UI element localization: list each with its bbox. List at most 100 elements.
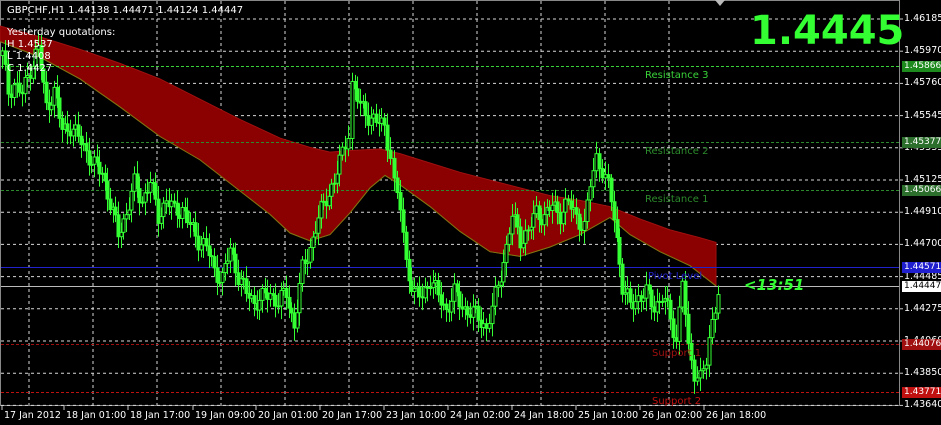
candle-body	[417, 286, 422, 298]
candle-body	[537, 205, 542, 221]
price-axis-label: 1.44910	[904, 206, 941, 218]
time-axis-label: 19 Jan 09:00	[195, 410, 256, 421]
candle-body	[308, 247, 313, 263]
candle-body	[555, 201, 560, 213]
price-axis-label: 1.44275	[904, 302, 941, 314]
level-price-tag: 1.45866	[902, 61, 941, 72]
candle-body	[231, 247, 236, 255]
candle-body	[355, 88, 360, 102]
candle-body	[407, 258, 412, 282]
level-label: Resistance 3	[645, 69, 709, 81]
candle-body	[436, 280, 441, 296]
chart-shift-icon[interactable]	[715, 0, 725, 6]
candle-body	[119, 231, 124, 238]
candle-body	[161, 202, 166, 218]
candle-body	[316, 217, 321, 234]
candle-body	[175, 202, 180, 216]
price-chart[interactable]	[0, 0, 941, 425]
bar-timer: <13:51	[744, 276, 805, 294]
candle-body	[591, 170, 596, 188]
candle-body	[423, 286, 428, 299]
candle-body	[23, 76, 28, 95]
candle-body	[455, 283, 460, 293]
candle-body	[523, 230, 528, 244]
candle-body	[510, 215, 515, 235]
candle-body	[647, 284, 652, 291]
price-axis-label: 1.43850	[904, 367, 941, 379]
candle-body	[449, 300, 454, 313]
candle-body	[392, 157, 397, 179]
candle-body	[385, 124, 390, 151]
candle-body	[105, 180, 110, 200]
candle-body	[476, 305, 481, 321]
time-axis-label: 18 Jan 01:00	[66, 410, 127, 421]
candle-body	[707, 337, 712, 366]
candle-body	[327, 195, 332, 207]
candle-body	[668, 299, 673, 320]
moving-average-band	[0, 25, 717, 287]
candle-body	[295, 312, 300, 329]
time-axis-label: 23 Jan 10:00	[386, 410, 447, 421]
current-price-tag: 1.44447	[902, 281, 941, 292]
price-axis-label: 1.45760	[904, 77, 941, 89]
level-price-tag: 1.43771	[902, 387, 941, 398]
candle-body	[704, 364, 709, 370]
candle-body	[135, 173, 140, 190]
candle-body	[633, 301, 638, 310]
candle-body	[121, 218, 126, 233]
price-axis-label: 1.44700	[904, 238, 941, 250]
candle-body	[353, 80, 358, 90]
candle-body	[113, 206, 118, 216]
level-price-tag: 1.45377	[902, 137, 941, 148]
candle-body	[319, 200, 324, 219]
candle-body	[215, 267, 220, 283]
candle-body	[129, 190, 134, 211]
candle-body	[515, 214, 520, 228]
time-axis-label: 24 Jan 18:00	[514, 410, 575, 421]
candle-body	[698, 370, 703, 379]
level-label: Resistance 2	[645, 145, 709, 157]
candle-body	[457, 291, 462, 308]
price-axis-label: 1.46185	[904, 13, 941, 24]
chart-window[interactable]: GBPCHF,H1 1.44138 1.44471 1.44124 1.4444…	[0, 0, 941, 425]
time-axis-label: 24 Jan 02:00	[450, 410, 511, 421]
time-axis-label: 20 Jan 01:00	[258, 410, 319, 421]
candle-body	[71, 128, 76, 137]
candle-body	[561, 211, 566, 225]
price-axis-label: 1.43640	[904, 399, 941, 411]
time-axis-label: 26 Jan 02:00	[642, 410, 703, 421]
candle-body	[84, 143, 89, 152]
yesterday-title: Yesterday quotations:	[7, 27, 116, 38]
candle-body	[95, 156, 100, 163]
candle-body	[220, 272, 225, 283]
candle-body	[487, 323, 492, 329]
candle-body	[313, 232, 318, 238]
candle-body	[398, 192, 403, 211]
candle-body	[582, 221, 587, 232]
candle-body	[395, 177, 400, 194]
candle-body	[404, 231, 409, 260]
candle-body	[153, 182, 158, 200]
yesterday-high: H 1.4537	[7, 39, 53, 50]
candle-body	[609, 177, 614, 203]
candle-body	[65, 123, 70, 132]
candle-body	[493, 286, 498, 307]
candle-body	[76, 124, 81, 137]
time-axis-label: 26 Jan 18:00	[706, 410, 767, 421]
candle-body	[431, 282, 436, 289]
candle-body	[655, 301, 660, 313]
candle-body	[57, 97, 62, 119]
candle-body	[612, 201, 617, 221]
level-price-tag: 1.44076	[902, 339, 941, 350]
candle-body	[677, 306, 682, 342]
candle-body	[252, 295, 257, 305]
symbol-info: GBPCHF,H1 1.44138 1.44471 1.44124 1.4444…	[7, 5, 244, 16]
candle-body	[289, 307, 294, 314]
candle-body	[444, 303, 449, 310]
candle-body	[550, 204, 555, 212]
candle-body	[297, 282, 302, 314]
price-axis-label: 1.45545	[904, 109, 941, 121]
candle-body	[374, 113, 379, 123]
candle-body	[620, 263, 625, 295]
candle-body	[127, 209, 132, 216]
